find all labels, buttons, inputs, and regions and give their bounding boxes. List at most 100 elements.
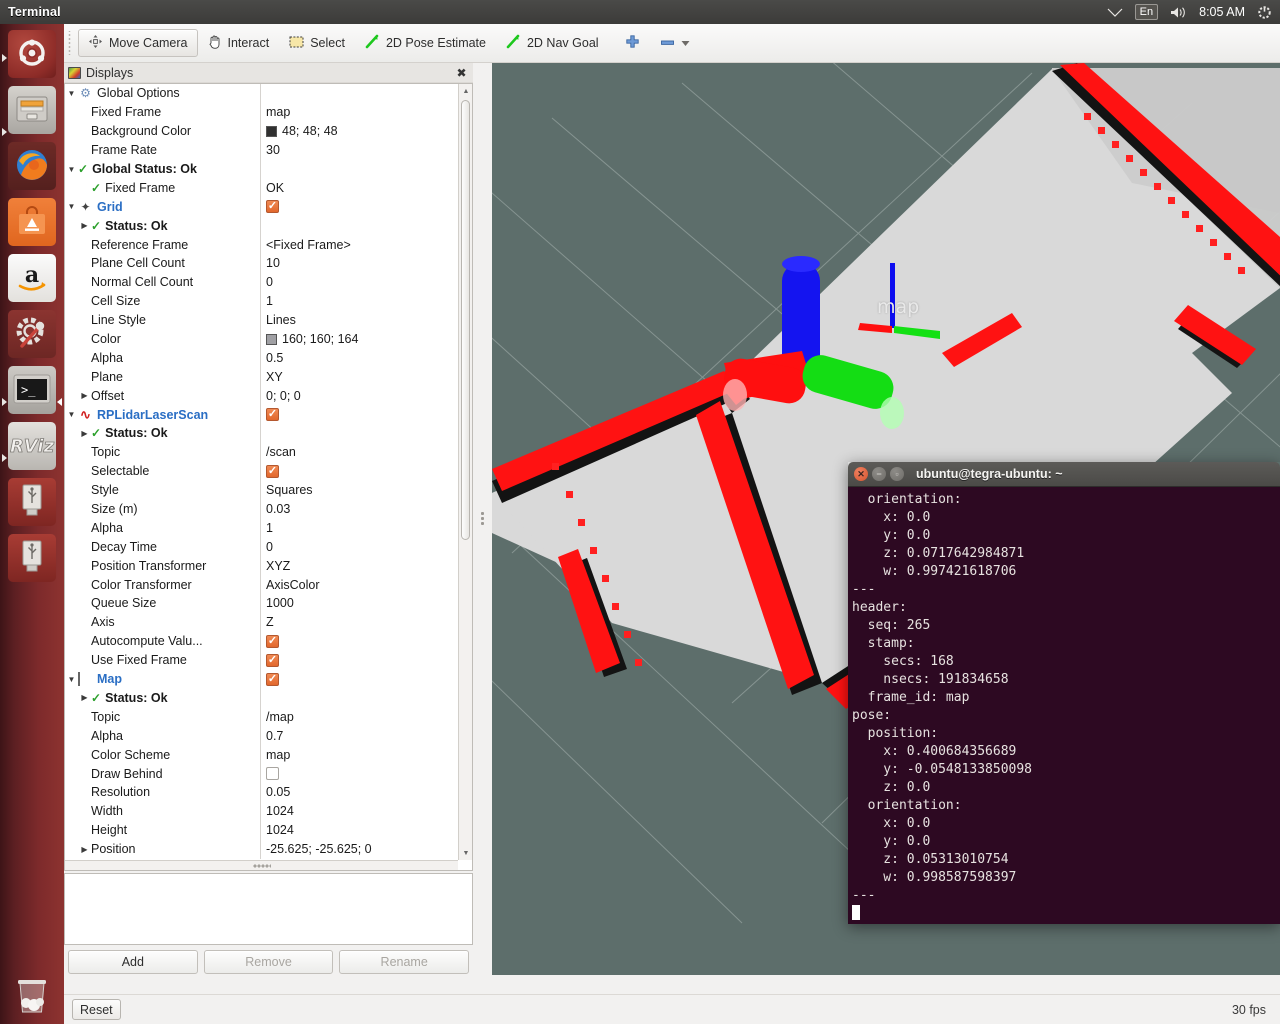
display-property-value[interactable]: 0.5	[260, 348, 458, 368]
color-swatch[interactable]	[266, 125, 277, 137]
remove-tool-button[interactable]	[650, 29, 700, 57]
displays-tree[interactable]: ▼ ⚙ Global Options Fixed Frame map Background…	[64, 83, 473, 871]
display-property-row[interactable]: Topic/scan	[65, 442, 458, 462]
display-property-row[interactable]: Topic/map	[65, 707, 458, 727]
display-property-row[interactable]: ▶ Offset 0; 0; 0	[65, 386, 458, 406]
display-property-value[interactable]: /scan	[260, 442, 458, 462]
scroll-down-arrow[interactable]: ▼	[459, 846, 472, 860]
terminal-output[interactable]: orientation: x: 0.0 y: 0.0 z: 0.07176429…	[848, 487, 1280, 924]
tree-vertical-scrollbar[interactable]: ▲ ▼	[458, 84, 472, 860]
launcher-item-software-center[interactable]	[8, 198, 56, 246]
display-property-value[interactable]: -25.625; -25.625; 0	[260, 839, 458, 859]
launcher-item-usb-drive-1[interactable]	[8, 478, 56, 526]
display-property-value[interactable]: ✓	[260, 631, 458, 651]
expander-expand-icon[interactable]: ▶	[78, 693, 91, 702]
display-property-value[interactable]: 0.05	[260, 782, 458, 802]
display-property-value[interactable]: 1024	[260, 820, 458, 840]
display-property-row[interactable]: Height 1024	[65, 820, 458, 840]
property-checkbox[interactable]: ✓	[266, 408, 279, 422]
property-checkbox[interactable]: ✓	[266, 653, 279, 667]
scroll-up-arrow[interactable]: ▲	[459, 84, 472, 98]
expander-collapse-icon[interactable]: ▼	[65, 165, 78, 174]
display-property-row[interactable]: Decay Time 0	[65, 537, 458, 557]
tree-scroll-thumb[interactable]	[461, 100, 470, 540]
maximize-icon[interactable]: ▫	[890, 467, 904, 481]
display-property-value[interactable]	[260, 216, 458, 236]
expander-expand-icon[interactable]: ▶	[78, 845, 91, 854]
display-property-row[interactable]: ▶ ✓ Status: Ok	[65, 688, 458, 708]
tool-move-camera[interactable]: Move Camera	[78, 29, 198, 57]
tool-nav-goal[interactable]: 2D Nav Goal	[496, 29, 609, 57]
tool-interact[interactable]: Interact	[198, 29, 280, 57]
display-property-value[interactable]: 0	[260, 537, 458, 557]
add-display-button[interactable]: Add	[68, 950, 198, 974]
display-property-row[interactable]: ▶ ✓ Status: Ok	[65, 424, 458, 443]
display-property-value[interactable]: 0.7	[260, 726, 458, 746]
displays-tree-rows[interactable]: ▼ ⚙ Global Options Fixed Frame map Background…	[65, 84, 458, 860]
display-property-row[interactable]: Plane XY	[65, 367, 458, 387]
toolbar-drag-handle[interactable]	[68, 31, 74, 55]
terminal-title-bar[interactable]: ✕ − ▫ ubuntu@tegra-ubuntu: ~	[848, 462, 1280, 487]
close-icon[interactable]: ✖	[454, 65, 469, 80]
display-property-value[interactable]: Lines	[260, 310, 458, 330]
keyboard-layout-indicator[interactable]: En	[1134, 4, 1159, 20]
launcher-item-firefox[interactable]	[8, 142, 56, 190]
gear-power-icon[interactable]	[1257, 5, 1272, 20]
close-icon[interactable]: ✕	[854, 467, 868, 481]
launcher-item-terminal[interactable]: >_	[8, 366, 56, 414]
minimize-icon[interactable]: −	[872, 467, 886, 481]
display-property-row[interactable]: Plane Cell Count 10	[65, 254, 458, 273]
launcher-item-rviz[interactable]: RViz	[8, 422, 56, 470]
display-property-row[interactable]: Draw Behind ✓	[65, 764, 458, 783]
display-property-row[interactable]: Alpha 0.7	[65, 726, 458, 746]
display-property-value[interactable]: AxisColor	[260, 575, 458, 595]
display-property-value[interactable]	[260, 84, 458, 103]
display-property-row[interactable]: Size (m) 0.03	[65, 499, 458, 519]
display-property-value[interactable]: /map	[260, 707, 458, 727]
display-property-value[interactable]: 160; 160; 164	[260, 329, 458, 349]
display-property-value[interactable]: 0	[260, 272, 458, 292]
expander-collapse-icon[interactable]: ▼	[65, 89, 78, 98]
display-property-value[interactable]: 0.03	[260, 499, 458, 519]
display-property-value[interactable]: 1	[260, 518, 458, 538]
display-property-value[interactable]: ✓	[260, 197, 458, 217]
remove-display-button[interactable]: Remove	[203, 950, 334, 974]
property-checkbox[interactable]: ✓	[266, 672, 279, 686]
expander-collapse-icon[interactable]: ▼	[65, 675, 78, 684]
display-property-row[interactable]: ▶ Position -25.625; -25.625; 0	[65, 839, 458, 859]
rename-display-button[interactable]: Rename	[339, 950, 470, 974]
display-property-value[interactable]: <Fixed Frame>	[260, 235, 458, 255]
display-property-value[interactable]: map	[260, 102, 458, 122]
expander-expand-icon[interactable]: ▶	[78, 429, 91, 438]
tool-select[interactable]: Select	[279, 29, 355, 57]
display-property-row[interactable]: Autocompute Valu... ✓	[65, 631, 458, 651]
reset-button[interactable]: Reset	[72, 999, 121, 1020]
display-property-value[interactable]: Z	[260, 612, 458, 632]
display-property-row[interactable]: ▼ ✓ Global Status: Ok	[65, 159, 458, 179]
display-property-row[interactable]: Use Fixed Frame ✓	[65, 650, 458, 670]
display-property-row[interactable]: Reference Frame <Fixed Frame>	[65, 235, 458, 255]
display-property-row[interactable]: ▼ Map ✓	[65, 669, 458, 689]
display-property-value[interactable]: ✓	[260, 650, 458, 670]
display-property-value[interactable]: OK	[260, 178, 458, 198]
display-property-value[interactable]: 30	[260, 140, 458, 160]
dock-splitter[interactable]	[473, 63, 492, 975]
property-checkbox[interactable]: ✓	[266, 634, 279, 648]
tree-hscroll-grip[interactable]	[252, 862, 271, 869]
display-property-value[interactable]: 10	[260, 254, 458, 273]
display-property-row[interactable]: ▼ ✦ Grid ✓	[65, 197, 458, 217]
display-property-value[interactable]: map	[260, 745, 458, 765]
display-property-row[interactable]: Color Transformer AxisColor	[65, 575, 458, 595]
display-property-row[interactable]: ▼ ∿ RPLidarLaserScan ✓	[65, 405, 458, 425]
display-property-row[interactable]: Background Color 48; 48; 48	[65, 121, 458, 141]
color-swatch[interactable]	[266, 333, 277, 345]
display-property-value[interactable]: ✓	[260, 764, 458, 783]
display-property-value[interactable]: 0; 0; 0	[260, 386, 458, 406]
display-property-value[interactable]: XY	[260, 367, 458, 387]
display-property-value[interactable]: XYZ	[260, 556, 458, 576]
display-property-row[interactable]: Color 160; 160; 164	[65, 329, 458, 349]
display-property-value[interactable]	[260, 159, 458, 179]
display-property-row[interactable]: Alpha 1	[65, 518, 458, 538]
volume-icon[interactable]	[1170, 6, 1187, 19]
display-property-row[interactable]: Color Scheme map	[65, 745, 458, 765]
